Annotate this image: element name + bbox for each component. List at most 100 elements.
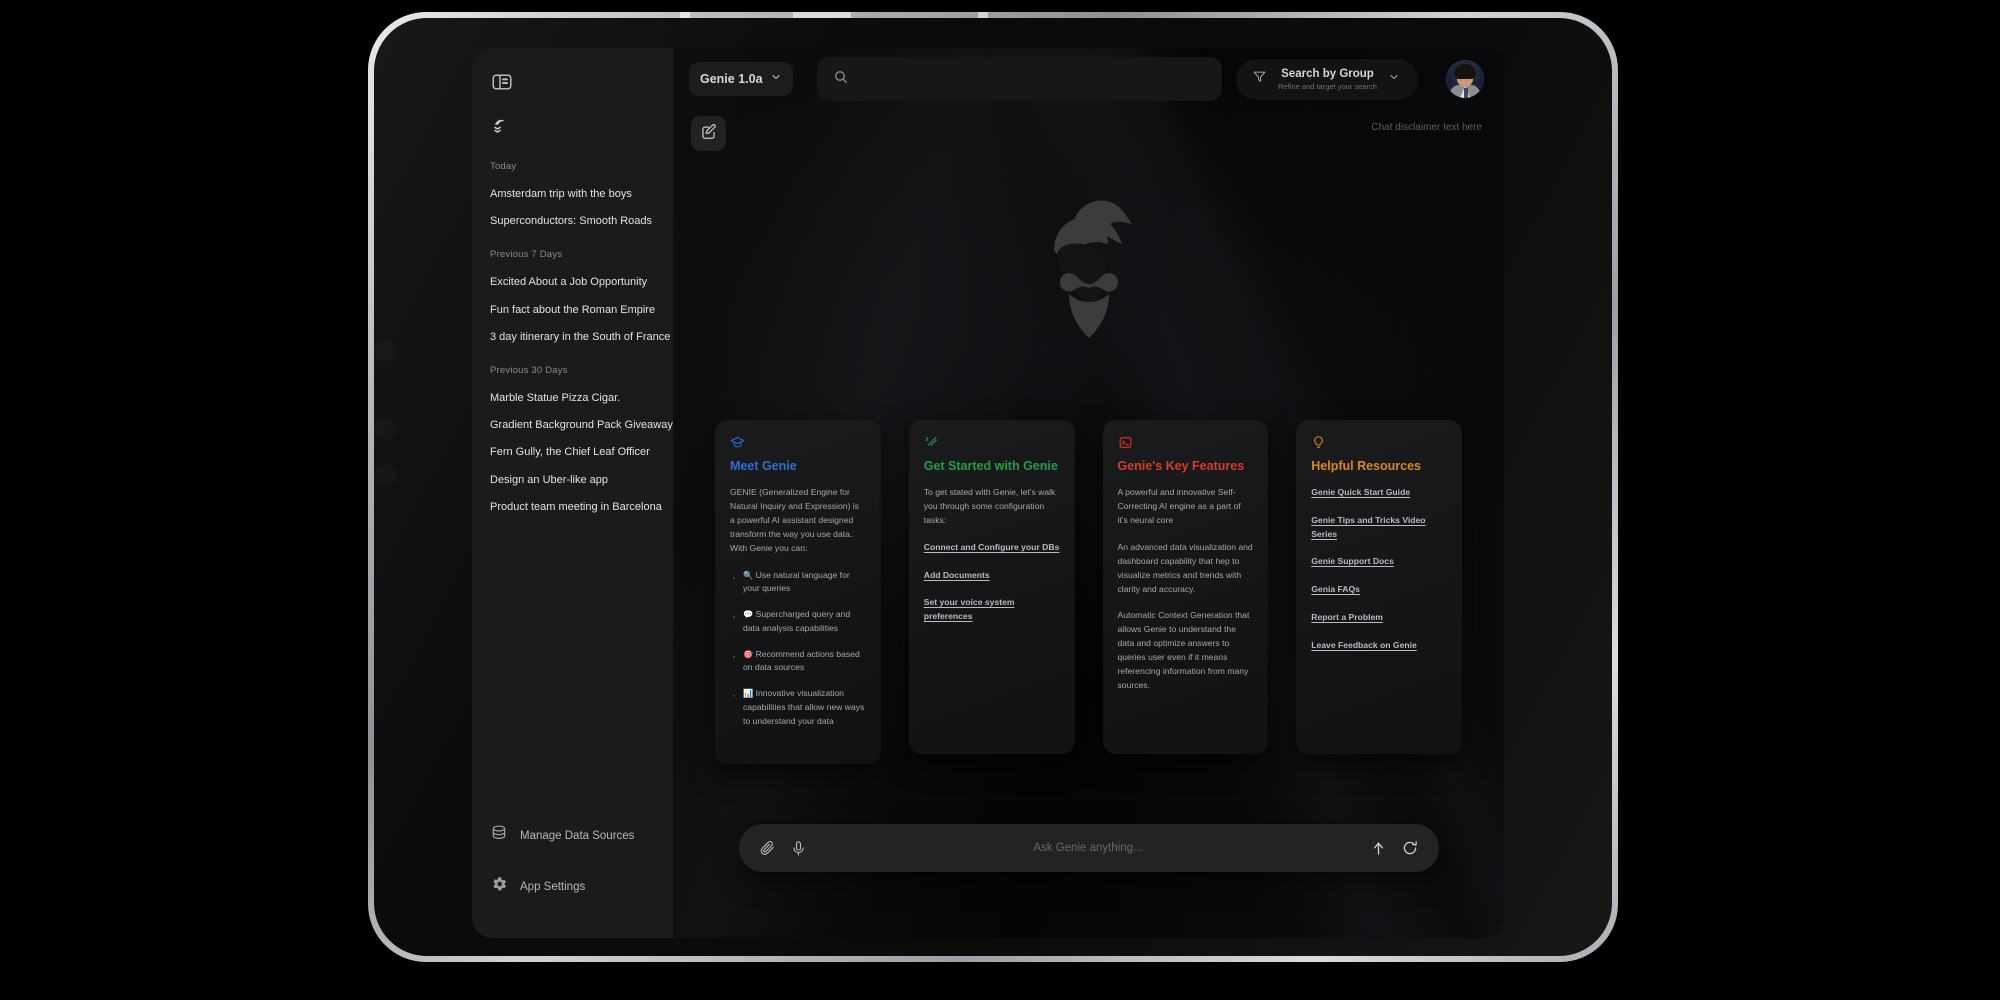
conversation-list-item[interactable]: Fern Gully, the Chief Leaf Officer [490, 439, 659, 466]
sidebar-footer: Manage Data Sources App Settings [472, 810, 673, 938]
model-selector[interactable]: Genie 1.0a [689, 62, 793, 96]
terminal-icon [1118, 435, 1254, 450]
info-card-bullet: 🎯 Recommend actions based on data source… [730, 647, 866, 676]
search-by-group-dropdown[interactable]: Search by Group Refine and target your s… [1236, 58, 1418, 100]
info-card-link[interactable]: Genia FAQs [1311, 583, 1447, 597]
conversation-list-item[interactable]: Fun fact about the Roman Empire [490, 297, 659, 324]
arrow-up-icon[interactable] [1370, 840, 1387, 857]
conversation-list-item[interactable]: Gradient Background Pack Giveaway [490, 412, 673, 439]
composer-input[interactable] [820, 842, 1356, 854]
info-card-title: Get Started with Genie [923, 459, 1058, 473]
bullet-emoji-icon: 🎯 [743, 649, 754, 659]
conversation-list-item[interactable]: Marble Statue Pizza Cigar. [490, 385, 659, 412]
sidebar-item-app-settings[interactable]: App Settings [490, 861, 655, 912]
info-card-title: Helpful Resources [1311, 459, 1422, 473]
magic-wand-icon [924, 435, 1060, 450]
scene: Today Amsterdam trip with the boys Superco… [0, 0, 2000, 1000]
conversation-list-item[interactable]: Product team meeting in Barcelona [490, 494, 662, 521]
lightbulb-icon [1311, 435, 1447, 450]
composer-bar[interactable] [738, 824, 1439, 872]
top-bar: Genie 1.0a Search by Group Refine and ta… [673, 48, 1504, 110]
graduation-cap-icon [730, 435, 866, 450]
info-cards-row: Meet Genie GENIE (Generalized Engine for … [673, 420, 1504, 764]
info-card-body: GENIE (Generalized Engine for Natural In… [730, 486, 866, 728]
bullet-emoji-icon: 💬 [743, 610, 754, 620]
sidebar-brand[interactable] [490, 116, 673, 143]
bullet-label: Supercharged query and data analysis cap… [743, 609, 851, 633]
conversation-group: Today Amsterdam trip with the boys Superco… [490, 161, 659, 235]
info-card-paragraph: An advanced data visualization and dashb… [1117, 541, 1253, 594]
edge-dot [374, 340, 396, 362]
chevron-down-icon [1388, 70, 1400, 88]
paperclip-icon[interactable] [759, 840, 776, 857]
info-card-paragraph: GENIE (Generalized Engine for Natural In… [730, 487, 859, 553]
genie-logo-icon [490, 116, 512, 143]
sidebar-item-label: App Settings [520, 880, 586, 893]
edge-dot [374, 418, 396, 440]
info-card-link[interactable]: Genie Quick Start Guide [1311, 486, 1447, 500]
info-card-helpful-resources: Helpful Resources Genie Quick Start Guide… [1296, 420, 1462, 754]
device-screen-glass: Today Amsterdam trip with the boys Superco… [374, 18, 1612, 956]
conversation-list-item[interactable]: Superconductors: Smooth Roads [490, 208, 659, 235]
info-card-link[interactable]: Genie Tips and Tricks Video Series [1311, 514, 1447, 542]
info-card-bullet: 📊 Innovative visualization capabilities … [730, 686, 866, 728]
conversation-list[interactable]: Today Amsterdam trip with the boys Superco… [472, 161, 673, 810]
sidebar: Today Amsterdam trip with the boys Superco… [472, 48, 673, 938]
info-card-body: Genie Quick Start Guide Genie Tips and Tr… [1311, 486, 1447, 652]
search-by-group-sublabel: Refine and target your search [1278, 81, 1377, 91]
info-card-bullet: 💬 Supercharged query and data analysis c… [730, 607, 866, 636]
chat-disclaimer: Chat disclaimer text here [1371, 122, 1482, 133]
bullet-label: Recommend actions based on data sources [743, 648, 860, 673]
microphone-icon[interactable] [790, 840, 807, 857]
new-chat-button[interactable] [691, 116, 726, 151]
info-card-link[interactable]: Connect and Configure your DBs [924, 541, 1060, 555]
compose-icon [699, 122, 718, 146]
info-card-link[interactable]: Set your voice system preferences [924, 596, 1060, 624]
info-card-paragraph: To get stated with Genie, let's walk you… [923, 487, 1056, 525]
avatar[interactable] [1446, 60, 1484, 98]
refresh-icon[interactable] [1401, 839, 1419, 857]
search-input[interactable] [858, 72, 1206, 86]
filter-icon [1252, 69, 1267, 89]
genie-face-watermark [1024, 186, 1154, 351]
model-selector-label: Genie 1.0a [700, 72, 763, 86]
conversation-group: Previous 7 Days Excited About a Job Oppor… [490, 249, 670, 351]
info-card-paragraph: A powerful and innovative Self-Correctin… [1117, 487, 1241, 525]
app-screen: Today Amsterdam trip with the boys Superco… [472, 48, 1504, 938]
info-card-title: Genie's Key Features [1117, 459, 1245, 473]
edge-dot [374, 463, 396, 485]
bullet-label: Innovative visualization capabilities th… [743, 688, 865, 726]
conversation-group-label: Previous 7 Days [490, 249, 563, 261]
sidebar-item-manage-data-sources[interactable]: Manage Data Sources [490, 810, 655, 861]
info-card-link[interactable]: Add Documents [924, 569, 1060, 583]
conversation-list-item[interactable]: Excited About a Job Opportunity [490, 269, 659, 296]
conversation-list-item[interactable]: Amsterdam trip with the boys [490, 181, 659, 208]
gear-icon [490, 875, 508, 898]
avatar-tie [1463, 88, 1468, 98]
avatar-hair [1454, 64, 1476, 79]
tablet-device-frame: Today Amsterdam trip with the boys Superco… [368, 12, 1618, 962]
database-icon [490, 824, 508, 847]
conversation-list-item[interactable]: 3 day itinerary in the South of France [490, 324, 670, 351]
conversation-list-item[interactable]: Design an Uber-like app [490, 467, 659, 494]
info-card-link[interactable]: Report a Problem [1311, 611, 1447, 625]
panel-toggle-icon[interactable] [490, 70, 514, 94]
chevron-down-icon [770, 70, 782, 88]
info-card-link[interactable]: Leave Feedback on Genie [1311, 639, 1447, 653]
main-content: Genie 1.0a Search by Group Refine and ta… [673, 48, 1504, 938]
info-card-body: To get stated with Genie, let's walk you… [924, 486, 1060, 624]
search-by-group-label: Search by Group [1281, 67, 1374, 80]
conversation-group-label: Previous 30 Days [490, 364, 568, 376]
info-card-link[interactable]: Genie Support Docs [1311, 555, 1447, 569]
info-card-title: Meet Genie [730, 459, 797, 473]
info-card-meet-genie: Meet Genie GENIE (Generalized Engine for … [715, 420, 881, 764]
conversation-group-label: Today [490, 161, 517, 172]
bullet-emoji-icon: 📊 [743, 689, 754, 699]
info-card-key-features: Genie's Key Features A powerful and innov… [1102, 420, 1269, 754]
info-card-paragraph: Automatic Context Generation that allows… [1117, 610, 1250, 691]
bullet-emoji-icon: 🔍 [743, 570, 754, 580]
search-icon [833, 69, 849, 90]
search-bar[interactable] [816, 57, 1222, 101]
info-card-get-started: Get Started with Genie To get stated with… [908, 420, 1075, 754]
info-card-bullet-list: 🔍 Use natural language for your queries 💬… [730, 568, 866, 729]
